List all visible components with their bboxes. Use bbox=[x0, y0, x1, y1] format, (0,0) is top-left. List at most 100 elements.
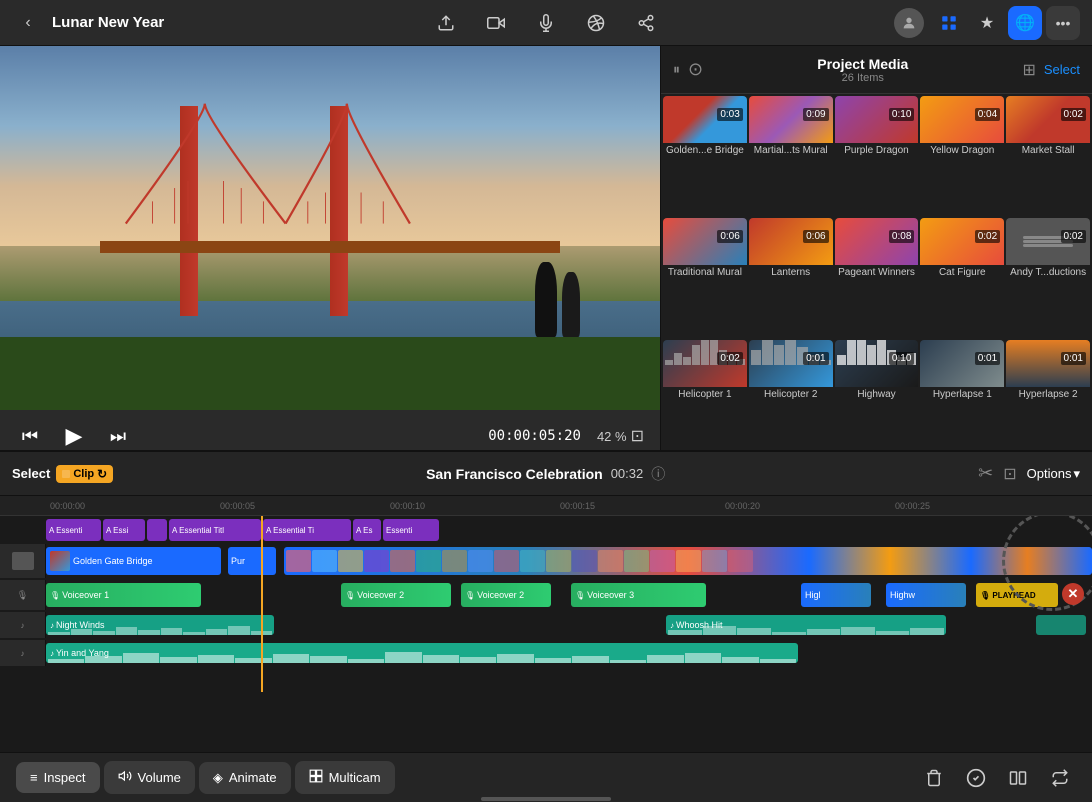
media-panel-subtitle: 26 Items bbox=[711, 72, 1014, 84]
video-clip[interactable]: Golden Gate Bridge bbox=[46, 547, 221, 575]
media-item[interactable]: 0:01 Hyperlapse 2 bbox=[1006, 340, 1090, 460]
voiceover-track: 🎙 🎙Voiceover 1 🎙Voiceover 2 🎙Voiceover 2 bbox=[0, 580, 1092, 610]
media-item[interactable]: 0:01 Helicopter 2 bbox=[749, 340, 833, 460]
music-track-content: ♪Night Winds bbox=[46, 614, 1092, 636]
detach-button[interactable] bbox=[1044, 762, 1076, 794]
music-clip[interactable] bbox=[1036, 615, 1086, 635]
trash-button[interactable] bbox=[918, 762, 950, 794]
media-item[interactable]: 0:02 Andy T...ductions bbox=[1006, 218, 1090, 338]
music-clip[interactable]: ♪Night Winds bbox=[46, 615, 274, 635]
volume-icon bbox=[118, 769, 132, 786]
info-button[interactable]: ⓘ bbox=[651, 464, 665, 484]
playhead-clip[interactable]: 🎙 PLAYHEAD bbox=[976, 583, 1058, 607]
zoom-icon[interactable]: ⊡ bbox=[631, 426, 644, 446]
checkmark-button[interactable] bbox=[960, 762, 992, 794]
clip-badge: Clip ↻ bbox=[56, 465, 113, 483]
music-clip-2[interactable]: ♪Yin and Yang bbox=[46, 643, 798, 663]
music-track-1: ♪ ♪Night Winds bbox=[0, 612, 1092, 638]
media-item[interactable]: 0:10 Highway bbox=[835, 340, 919, 460]
timeline-ruler: 00:00:00 00:00:05 00:00:10 00:00:15 00:0… bbox=[0, 496, 1092, 516]
back-button[interactable]: ‹ bbox=[12, 7, 44, 39]
title-clip[interactable]: Essenti bbox=[383, 519, 439, 541]
filter-button[interactable]: ⊙ bbox=[688, 59, 703, 80]
play-button[interactable]: ▶ bbox=[60, 422, 88, 450]
timeline-duration: 00:32 bbox=[611, 466, 644, 481]
more-button[interactable]: ••• bbox=[1046, 6, 1080, 40]
media-item[interactable]: 0:09 Martial...ts Mural bbox=[749, 96, 833, 216]
skip-forward-button[interactable]: ⏭ bbox=[104, 422, 132, 450]
home-bar bbox=[481, 797, 611, 801]
multicam-icon bbox=[309, 769, 323, 786]
inspect-icon: ≡ bbox=[30, 770, 38, 785]
media-item[interactable]: 0:06 Lanterns bbox=[749, 218, 833, 338]
select-media-button[interactable]: Select bbox=[1044, 62, 1080, 77]
animate-icon: ◈ bbox=[213, 770, 223, 786]
video-clip[interactable]: Pur bbox=[228, 547, 276, 575]
media-item[interactable]: 0:02 Market Stall bbox=[1006, 96, 1090, 216]
media-item[interactable]: 0:06 Traditional Mural bbox=[663, 218, 747, 338]
skip-back-button[interactable]: ⏮ bbox=[16, 422, 44, 450]
playhead-line bbox=[261, 516, 263, 692]
inspect-button[interactable]: ≡ Inspect bbox=[16, 762, 100, 793]
audio-clip[interactable]: Higl bbox=[801, 583, 871, 607]
animate-button[interactable]: ◈ Animate bbox=[199, 762, 291, 794]
split-button[interactable] bbox=[1002, 762, 1034, 794]
title-clip[interactable]: A Essential Ti bbox=[263, 519, 351, 541]
music-track-2-thumb: ♪ bbox=[0, 640, 46, 666]
home-indicator bbox=[0, 797, 1092, 802]
volume-button[interactable]: Volume bbox=[104, 761, 195, 794]
share-button[interactable] bbox=[630, 7, 662, 39]
top-bar: ‹ Lunar New Year ★ 🌐 ••• bbox=[0, 0, 1092, 46]
voiceover-clip[interactable]: 🎙Voiceover 1 bbox=[46, 583, 201, 607]
timeline-area: Select Clip ↻ San Francisco Celebration … bbox=[0, 450, 1092, 740]
photo-library-button[interactable] bbox=[932, 6, 966, 40]
media-item[interactable]: 0:02 Cat Figure bbox=[920, 218, 1004, 338]
zoom-display: 42 % ⊡ bbox=[597, 426, 644, 446]
frame-icon[interactable]: ⊡ bbox=[1003, 464, 1016, 484]
toolbar-right bbox=[918, 762, 1076, 794]
media-item[interactable]: 0:10 Purple Dragon bbox=[835, 96, 919, 216]
title-clip[interactable]: A Essi bbox=[103, 519, 145, 541]
video-clip-strip[interactable] bbox=[284, 547, 1092, 575]
voiceover-track-content: 🎙Voiceover 1 🎙Voiceover 2 🎙Voiceover 2 🎙… bbox=[46, 582, 1092, 608]
media-item[interactable]: 0:08 Pageant Winners bbox=[835, 218, 919, 338]
favorites-button[interactable]: ★ bbox=[970, 6, 1004, 40]
media-item[interactable]: 0:02 Helicopter 1 bbox=[663, 340, 747, 460]
timeline-title: San Francisco Celebration bbox=[426, 466, 603, 482]
grid-view-button[interactable]: ⊞ bbox=[1022, 60, 1035, 80]
audio-clip[interactable]: Highw bbox=[886, 583, 966, 607]
preview-area: ⏮ ▶ ⏭ 00:00:05:20 42 % ⊡ bbox=[0, 46, 660, 462]
title-clip[interactable] bbox=[147, 519, 167, 541]
media-item[interactable]: 0:04 Yellow Dragon bbox=[920, 96, 1004, 216]
voiceover-clip[interactable]: 🎙Voiceover 2 bbox=[461, 583, 551, 607]
media-grid: 0:03 Golden...e Bridge 0:09 Martial...ts… bbox=[661, 94, 1092, 462]
video-preview[interactable] bbox=[0, 46, 660, 410]
mic-button[interactable] bbox=[530, 7, 562, 39]
export-button[interactable] bbox=[430, 7, 462, 39]
bottom-toolbar: ≡ Inspect Volume ◈ Animate Multicam bbox=[0, 752, 1092, 802]
timecode-display: 00:00:05:20 bbox=[488, 428, 581, 444]
select-label: Select bbox=[12, 466, 50, 481]
media-item[interactable]: 0:01 Hyperlapse 1 bbox=[920, 340, 1004, 460]
media-panel-header: ⏸ ⊙ Project Media 26 Items ⊞ Select bbox=[661, 46, 1092, 94]
close-playhead-button[interactable]: ✕ bbox=[1062, 583, 1084, 605]
title-clip[interactable]: A Essenti bbox=[46, 519, 101, 541]
main-content: ⏮ ▶ ⏭ 00:00:05:20 42 % ⊡ ⏸ ⊙ Project Med… bbox=[0, 46, 1092, 462]
view-mode-group: ★ 🌐 ••• bbox=[932, 6, 1080, 40]
title-clip[interactable]: A Es bbox=[353, 519, 381, 541]
title-clip[interactable]: A Essential Titl bbox=[169, 519, 261, 541]
music-track-2: ♪ ♪Yin and Yang bbox=[0, 640, 1092, 666]
voiceover-clip[interactable]: 🎙Voiceover 2 bbox=[341, 583, 451, 607]
music-clip[interactable]: ♪Whoosh Hit bbox=[666, 615, 946, 635]
cut-icon[interactable]: ✂ bbox=[978, 463, 993, 484]
pause-button[interactable]: ⏸ bbox=[673, 61, 680, 78]
voiceover-clip[interactable]: 🎙Voiceover 3 bbox=[571, 583, 706, 607]
globe-button[interactable]: 🌐 bbox=[1008, 6, 1042, 40]
voiceover-track-thumb: 🎙 bbox=[0, 580, 46, 610]
multicam-button[interactable]: Multicam bbox=[295, 761, 395, 794]
voice-button[interactable] bbox=[580, 7, 612, 39]
media-item[interactable]: 0:03 Golden...e Bridge bbox=[663, 96, 747, 216]
avatar-circle bbox=[894, 8, 924, 38]
options-button[interactable]: Options ▾ bbox=[1027, 466, 1080, 482]
camera-button[interactable] bbox=[480, 7, 512, 39]
